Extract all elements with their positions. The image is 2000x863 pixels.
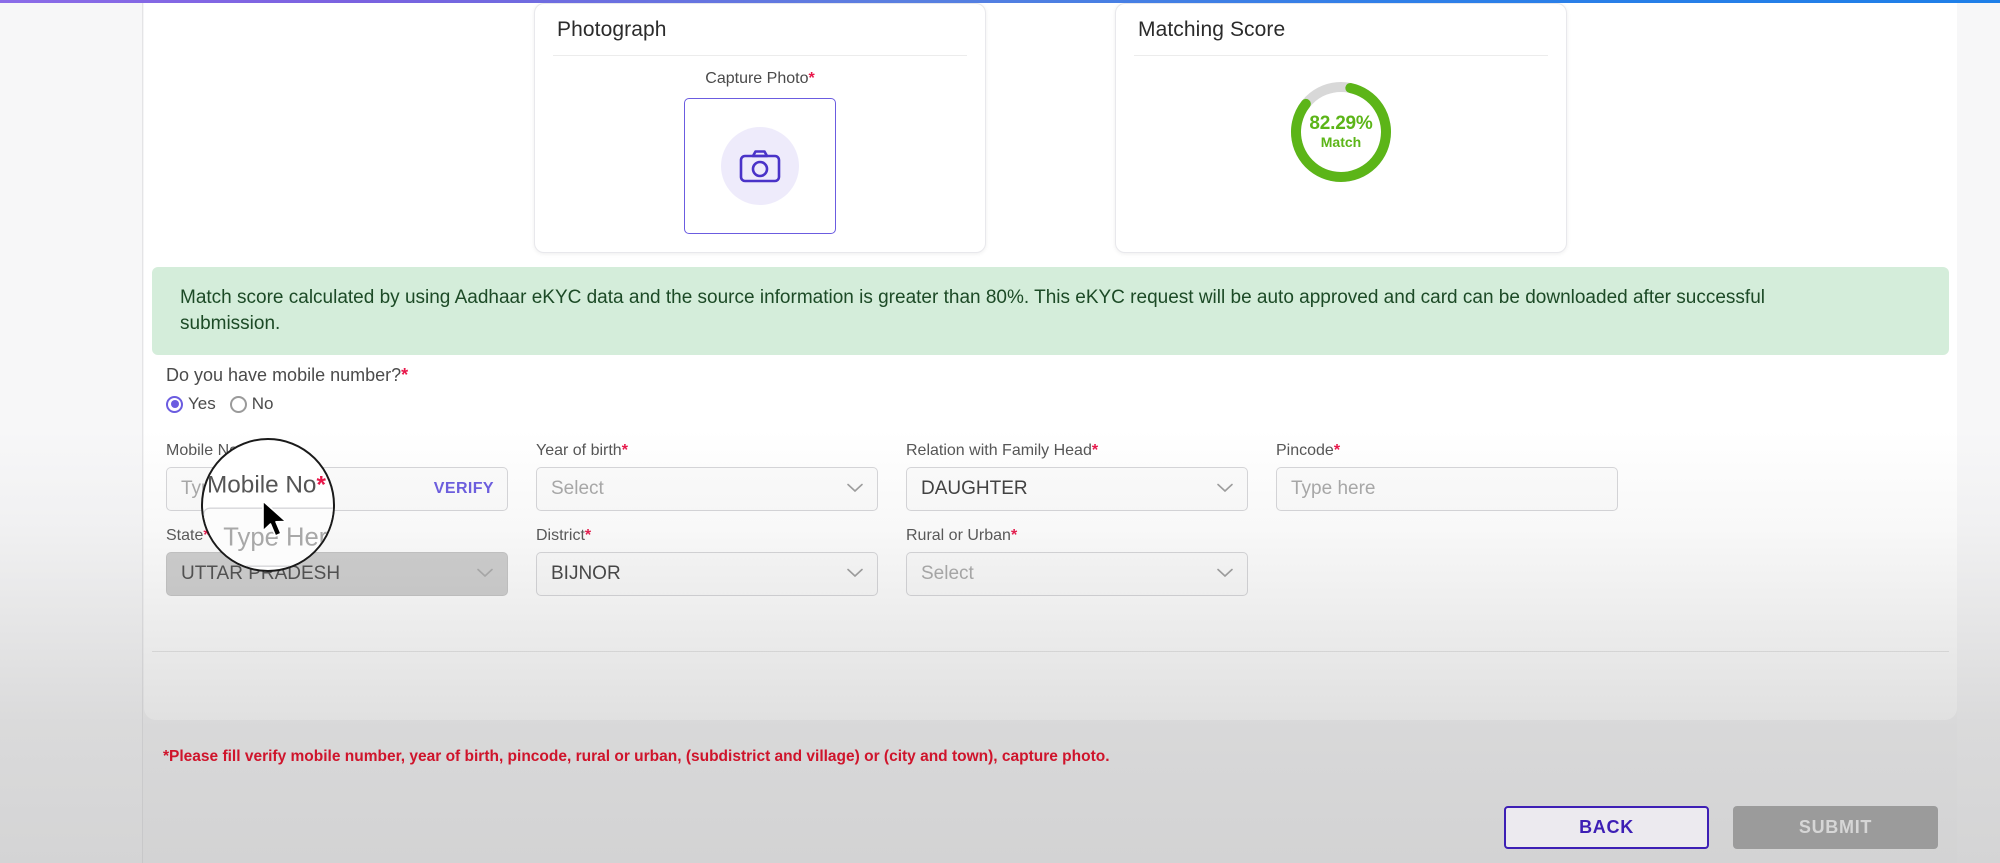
chevron-down-icon xyxy=(1217,565,1233,583)
field-relation-label-text: Relation with Family Head xyxy=(906,442,1092,459)
field-district-label: District* xyxy=(536,527,878,545)
field-relation-value: DAUGHTER xyxy=(921,478,1028,499)
form-actions: BACK SUBMIT xyxy=(1504,806,1938,849)
magnifier-overlay: Mobile No* Type Here xyxy=(201,438,335,572)
field-pincode: Pincode* Type here xyxy=(1276,442,1618,511)
required-asterisk: * xyxy=(1091,442,1099,459)
left-rail xyxy=(0,3,143,863)
required-asterisk: * xyxy=(316,471,326,499)
capture-photo-icon-circle xyxy=(721,127,799,205)
photograph-panel-body: Capture Photo* xyxy=(535,56,985,246)
matching-score-panel-body: 82.29% Match xyxy=(1116,56,1566,246)
magnifier-mobile-no-placeholder: Type Here xyxy=(223,523,335,553)
chevron-down-icon xyxy=(847,565,863,583)
capture-photo-label-text: Capture Photo xyxy=(705,70,809,87)
chevron-down-icon xyxy=(477,565,493,583)
photograph-panel: Photograph Capture Photo* xyxy=(534,3,986,253)
field-district-select[interactable]: BIJNOR xyxy=(536,552,878,596)
field-year-of-birth: Year of birth* Select xyxy=(536,442,878,511)
required-asterisk: * xyxy=(584,527,592,544)
donut-chart-icon xyxy=(1291,82,1391,182)
required-asterisk: * xyxy=(808,70,815,87)
panel-row: Photograph Capture Photo* Matching Score… xyxy=(144,3,1957,253)
radio-option-yes[interactable]: Yes xyxy=(166,394,216,414)
required-fields-footnote: *Please fill verify mobile number, year … xyxy=(163,748,1110,765)
field-relation-label: Relation with Family Head* xyxy=(906,442,1248,460)
mobile-question-radio-group: Yes No xyxy=(166,392,1949,416)
info-banner: Match score calculated by using Aadhaar … xyxy=(152,267,1949,356)
capture-photo-button[interactable] xyxy=(684,98,836,234)
top-accent-bar xyxy=(0,0,2000,3)
field-state-label-text: State xyxy=(166,527,204,544)
info-banner-text: Match score calculated by using Aadhaar … xyxy=(180,287,1765,335)
right-gutter xyxy=(1957,3,2000,863)
field-district: District* BIJNOR xyxy=(536,527,878,596)
field-rural-or-urban-label-text: Rural or Urban xyxy=(906,527,1011,544)
matching-score-panel: Matching Score 82.29% Match xyxy=(1115,3,1567,253)
matching-score-donut: 82.29% Match xyxy=(1287,78,1395,186)
field-pincode-label-text: Pincode xyxy=(1276,442,1334,459)
field-relation-with-family-head: Relation with Family Head* DAUGHTER xyxy=(906,442,1248,511)
required-asterisk: * xyxy=(401,365,409,385)
field-pincode-control[interactable]: Type here xyxy=(1276,467,1618,511)
radio-yes-label: Yes xyxy=(188,394,216,413)
card-bottom-divider xyxy=(152,651,1949,652)
radio-no-icon[interactable] xyxy=(229,395,247,413)
chevron-down-icon xyxy=(847,480,863,498)
field-grid-spacer xyxy=(1276,527,1618,596)
required-asterisk: * xyxy=(621,442,628,459)
submit-button: SUBMIT xyxy=(1733,806,1938,849)
field-district-label-text: District xyxy=(536,527,585,544)
matching-score-panel-title: Matching Score xyxy=(1138,18,1286,41)
field-year-of-birth-select[interactable]: Select xyxy=(536,467,878,511)
main-content-card: Photograph Capture Photo* Matching Score… xyxy=(144,3,1957,720)
field-year-of-birth-label: Year of birth* xyxy=(536,442,878,460)
required-asterisk: * xyxy=(1333,442,1341,459)
photograph-panel-title: Photograph xyxy=(557,18,667,41)
field-rural-or-urban: Rural or Urban* Select xyxy=(906,527,1248,596)
field-district-value: BIJNOR xyxy=(551,563,621,584)
chevron-down-icon xyxy=(1217,480,1233,498)
matching-score-donut-wrap: 82.29% Match xyxy=(1116,78,1566,186)
field-pincode-input[interactable]: Type here xyxy=(1291,478,1376,500)
magnifier-content: Mobile No* Type Here xyxy=(203,440,335,570)
form-area: Do you have mobile number?* Yes No Mobil… xyxy=(152,365,1949,596)
capture-photo-group: Capture Photo* xyxy=(535,70,985,234)
required-asterisk: * xyxy=(1010,527,1018,544)
field-rural-or-urban-label: Rural or Urban* xyxy=(906,527,1248,545)
radio-option-no[interactable]: No xyxy=(229,394,274,414)
field-grid: Mobile No* Type Here VERIFY Year of birt… xyxy=(166,442,1949,596)
camera-icon xyxy=(739,150,781,183)
capture-photo-label: Capture Photo* xyxy=(705,70,814,88)
field-pincode-label: Pincode* xyxy=(1276,442,1618,460)
field-year-of-birth-value: Select xyxy=(551,478,604,499)
back-button[interactable]: BACK xyxy=(1504,806,1709,849)
radio-no-label: No xyxy=(251,394,274,413)
verify-mobile-button[interactable]: VERIFY xyxy=(434,480,494,498)
magnifier-mobile-no-label-text: Mobile No xyxy=(207,471,317,499)
field-rural-or-urban-select[interactable]: Select xyxy=(906,552,1248,596)
field-relation-select[interactable]: DAUGHTER xyxy=(906,467,1248,511)
magnifier-mobile-no-label: Mobile No* xyxy=(207,471,326,499)
radio-yes-icon[interactable] xyxy=(166,395,183,413)
field-year-of-birth-label-text: Year of birth xyxy=(536,442,622,459)
field-rural-or-urban-value: Select xyxy=(921,563,974,584)
mobile-question-text: Do you have mobile number? xyxy=(166,365,402,385)
mobile-question-label: Do you have mobile number?* xyxy=(166,365,1949,386)
